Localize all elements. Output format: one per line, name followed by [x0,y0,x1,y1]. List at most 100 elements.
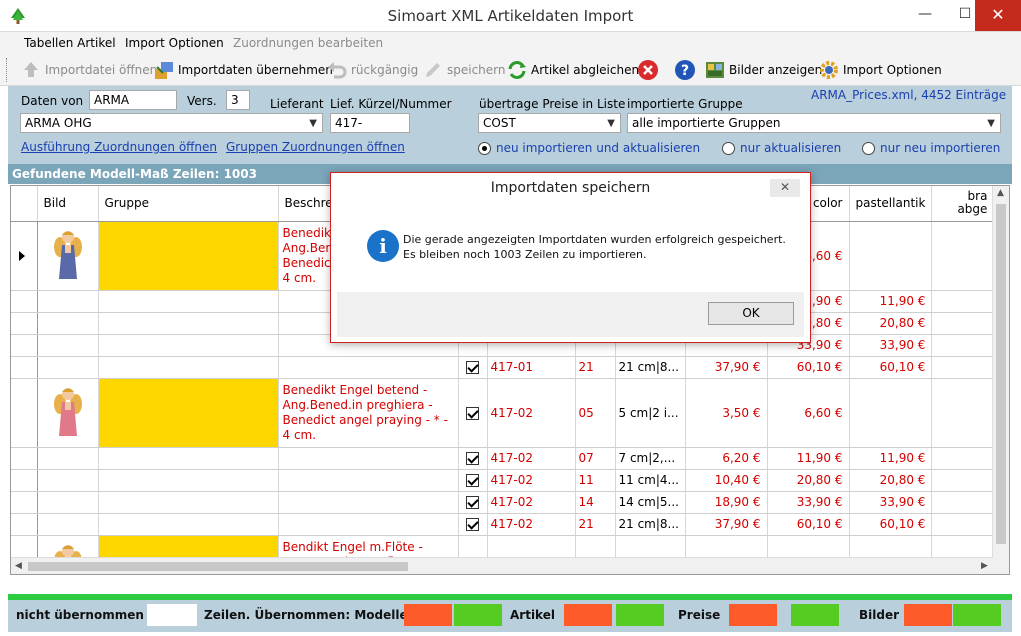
size-cell[interactable]: 14 cm|5... [615,491,686,514]
number-cell[interactable]: 417-01 [487,356,576,379]
size-cell[interactable]: 11 cm|4... [615,469,686,492]
scroll-left-icon[interactable]: ◀ [15,561,22,571]
color-cell[interactable]: 20,80 € [767,469,850,492]
import-checkbox[interactable] [458,513,488,536]
vertical-scroll-thumb[interactable] [996,204,1006,544]
group-cell[interactable] [98,378,279,448]
price-cell[interactable]: 18,90 € [685,491,768,514]
horizontal-scroll-thumb[interactable] [28,562,408,571]
color-cell[interactable]: 33,90 € [767,491,850,514]
code-cell[interactable]: 21 [575,513,616,536]
radio-update-only[interactable]: nur aktualisieren [722,141,841,155]
braun-cell[interactable] [931,221,995,291]
radio-new-only[interactable]: nur neu importieren [862,141,1000,155]
code-cell[interactable]: 14 [575,491,616,514]
table-row[interactable]: 417-02 11 11 cm|4... 10,40 € 20,80 € 20,… [11,469,995,492]
row-header[interactable] [11,356,38,379]
sync-articles-button[interactable]: Artikel abgleichen [506,58,639,82]
pastell-cell[interactable]: 20,80 € [849,312,933,335]
row-header[interactable] [11,447,38,470]
col-braun[interactable]: bra abge [931,186,995,222]
table-row[interactable]: 417-02 14 14 cm|5... 18,90 € 33,90 € 33,… [11,491,995,514]
show-images-button[interactable]: Bilder anzeigen [704,58,822,82]
minimize-button[interactable]: — [905,0,945,31]
col-pastellantik[interactable]: pastellantik [849,186,933,222]
import-checkbox[interactable] [458,378,488,448]
scroll-up-icon[interactable]: ▲ [997,188,1004,198]
open-file-button[interactable]: Importdatei öffnen [20,58,157,82]
assignments-link[interactable]: Ausführung Zuordnungen öffnen [21,140,217,154]
cancel-button[interactable] [637,58,659,82]
price-cell[interactable]: 10,40 € [685,469,768,492]
row-header-current[interactable] [11,221,38,291]
color-cell[interactable]: 11,90 € [767,447,850,470]
dialog-close-button[interactable]: ✕ [770,179,800,197]
code-cell[interactable]: 07 [575,447,616,470]
kuerzel-input[interactable]: 417- [330,113,410,133]
table-row[interactable]: 417-01 21 21 cm|8... 37,90 € 60,10 € 60,… [11,356,995,379]
group-select[interactable]: alle importierte Gruppen ▼ [627,113,1001,133]
price-list-select[interactable]: COST ▼ [478,113,621,133]
table-row[interactable]: Benedikt Engel betend - Ang.Bened.in pre… [11,378,995,448]
pastell-cell[interactable]: 11,90 € [849,447,933,470]
ok-button[interactable]: OK [708,302,794,325]
row-header[interactable] [11,290,38,313]
code-cell[interactable]: 05 [575,378,616,448]
col-gruppe[interactable]: Gruppe [98,186,279,222]
size-cell[interactable]: 5 cm|2 i... [615,378,686,448]
horizontal-scrollbar[interactable]: ◀ ▶ [11,557,993,574]
table-row[interactable]: 417-02 07 7 cm|2,... 6,20 € 11,90 € 11,9… [11,447,995,470]
group-cell[interactable] [98,221,279,291]
code-cell[interactable]: 21 [575,356,616,379]
import-checkbox[interactable] [458,447,488,470]
import-checkbox[interactable] [458,356,488,379]
row-header[interactable] [11,513,38,536]
row-header[interactable] [11,334,38,357]
row-header[interactable] [11,491,38,514]
group-assignments-link[interactable]: Gruppen Zuordnungen öffnen [226,140,405,154]
help-button[interactable]: ? [674,58,696,82]
number-cell[interactable]: 417-02 [487,469,576,492]
price-cell[interactable]: 6,20 € [685,447,768,470]
table-row[interactable]: 417-02 21 21 cm|8... 37,90 € 60,10 € 60,… [11,513,995,536]
pastell-cell[interactable]: 33,90 € [849,491,933,514]
save-button[interactable]: speichern [422,58,506,82]
pastell-cell[interactable]: 60,10 € [849,356,933,379]
row-header[interactable] [11,378,38,448]
number-cell[interactable]: 417-02 [487,378,576,448]
code-cell[interactable]: 11 [575,469,616,492]
vertical-scrollbar[interactable]: ▲ [992,186,1009,574]
import-options-button[interactable]: Import Optionen [818,58,942,82]
pastell-cell[interactable]: 60,10 € [849,513,933,536]
number-cell[interactable]: 417-02 [487,491,576,514]
number-cell[interactable]: 417-02 [487,513,576,536]
version-input[interactable]: 3 [226,90,250,110]
undo-button[interactable]: rückgängig [326,58,418,82]
size-cell[interactable]: 7 cm|2,... [615,447,686,470]
price-cell[interactable]: 37,90 € [685,356,768,379]
menu-zuordnungen-bearbeiten[interactable]: Zuordnungen bearbeiten [233,36,383,50]
size-cell[interactable]: 21 cm|8... [615,513,686,536]
close-window-button[interactable]: ✕ [975,0,1021,31]
color-cell[interactable]: 60,10 € [767,513,850,536]
daten-von-input[interactable]: ARMA [89,90,177,110]
pastell-cell[interactable]: 33,90 € [849,334,933,357]
price-cell[interactable]: 3,50 € [685,378,768,448]
row-header[interactable] [11,469,38,492]
toolbar-grip[interactable] [6,58,10,82]
menu-tabellen-artikel[interactable]: Tabellen Artikel [24,36,116,50]
import-checkbox[interactable] [458,469,488,492]
pastell-cell[interactable]: 20,80 € [849,469,933,492]
number-cell[interactable]: 417-02 [487,447,576,470]
price-cell[interactable]: 37,90 € [685,513,768,536]
color-cell[interactable]: 60,10 € [767,356,850,379]
description-cell[interactable]: Benedikt Engel betend - Ang.Bened.in pre… [278,378,459,448]
menu-import-optionen[interactable]: Import Optionen [125,36,224,50]
color-cell[interactable]: 6,60 € [767,378,850,448]
pastell-cell[interactable] [849,221,933,291]
pastell-cell[interactable]: 11,90 € [849,290,933,313]
col-bild[interactable]: Bild [37,186,99,222]
scroll-right-icon[interactable]: ▶ [981,561,988,571]
import-checkbox[interactable] [458,491,488,514]
supplier-select[interactable]: ARMA OHG ▼ [20,113,323,133]
